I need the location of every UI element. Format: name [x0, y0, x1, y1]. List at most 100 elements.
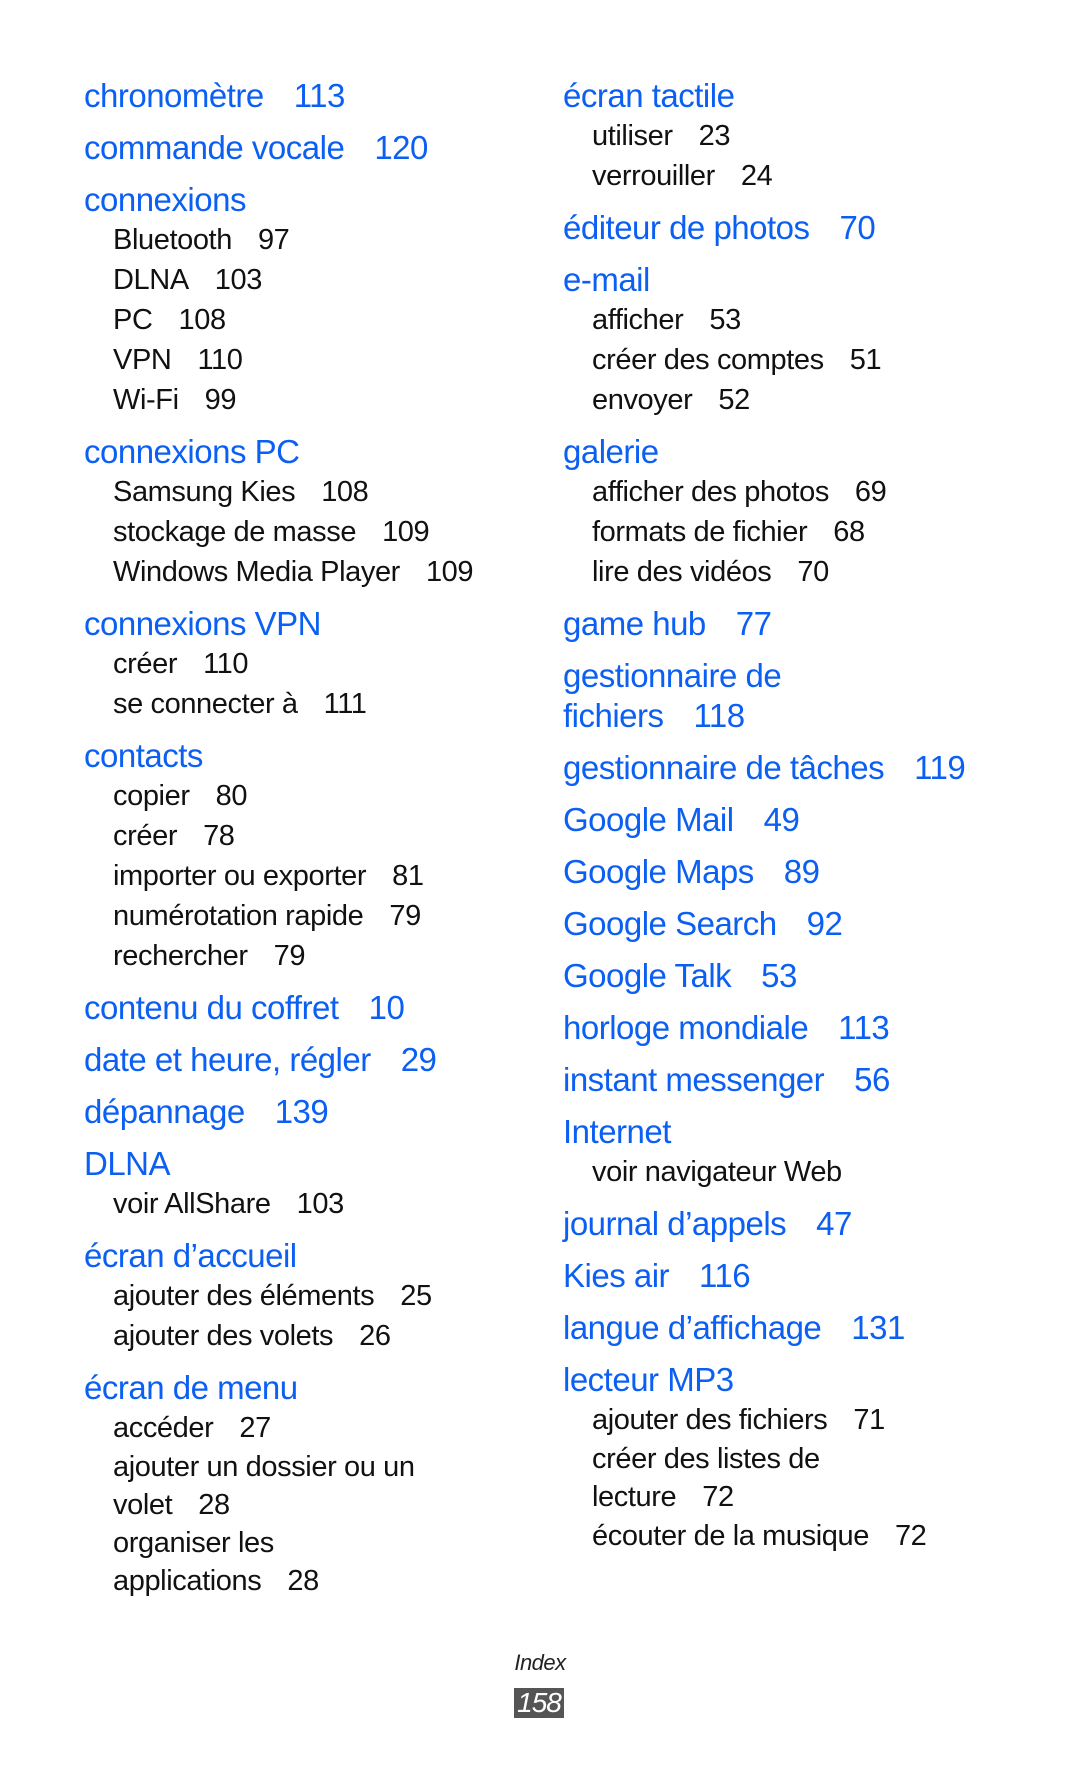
index-term-page-link[interactable]: 47 [816, 1205, 852, 1242]
index-term-page-link[interactable]: 56 [854, 1061, 890, 1098]
index-term[interactable]: instant messenger 56 [563, 1060, 1043, 1100]
index-subentry-page-link[interactable]: 28 [198, 1489, 230, 1521]
index-subentry-page-link[interactable]: 72 [895, 1520, 927, 1552]
index-subentry[interactable]: stockage de masse 109 [84, 512, 544, 552]
index-subentry[interactable]: Samsung Kies 108 [84, 472, 544, 512]
index-subentry-page-link[interactable]: 28 [287, 1565, 319, 1597]
index-term[interactable]: connexions PC [84, 432, 544, 472]
index-subentry-page-link[interactable]: 108 [321, 476, 369, 508]
index-subentry[interactable]: lire des vidéos 70 [563, 552, 1043, 592]
index-term[interactable]: connexions [84, 180, 544, 220]
index-term-page-link[interactable]: 116 [699, 1257, 751, 1294]
index-term[interactable]: Google Search 92 [563, 904, 1043, 944]
index-subentry[interactable]: créer 110 [84, 644, 544, 684]
index-subentry-page-link[interactable]: 25 [400, 1280, 432, 1312]
index-term[interactable]: écran tactile [563, 76, 1043, 116]
index-term-page-link[interactable]: 49 [764, 801, 800, 838]
index-term[interactable]: connexions VPN [84, 604, 544, 644]
index-term[interactable]: DLNA [84, 1144, 544, 1184]
index-term[interactable]: game hub 77 [563, 604, 1043, 644]
index-subentry-page-link[interactable]: 97 [258, 224, 290, 256]
index-subentry-page-link[interactable]: 103 [215, 264, 263, 296]
index-subentry[interactable]: écouter de la musique 72 [563, 1516, 1043, 1556]
index-term[interactable]: gestionnaire de fichiers 118 [563, 656, 1043, 736]
index-subentry[interactable]: PC 108 [84, 300, 544, 340]
index-term[interactable]: Google Mail 49 [563, 800, 1043, 840]
index-subentry[interactable]: copier 80 [84, 776, 544, 816]
index-term[interactable]: lecteur MP3 [563, 1360, 1043, 1400]
index-subentry[interactable]: créer 78 [84, 816, 544, 856]
index-term[interactable]: journal d’appels 47 [563, 1204, 1043, 1244]
index-subentry-page-link[interactable]: 103 [297, 1188, 345, 1220]
index-term-page-link[interactable]: 131 [851, 1309, 905, 1346]
index-subentry[interactable]: afficher des photos 69 [563, 472, 1043, 512]
index-subentry[interactable]: Windows Media Player 109 [84, 552, 544, 592]
index-subentry[interactable]: ajouter un dossier ou un volet 28 [84, 1448, 544, 1524]
index-term-page-link[interactable]: 29 [401, 1041, 437, 1078]
index-subentry-page-link[interactable]: 23 [699, 120, 731, 152]
index-subentry-page-link[interactable]: 53 [709, 304, 741, 336]
index-subentry[interactable]: importer ou exporter 81 [84, 856, 544, 896]
index-term[interactable]: langue d’affichage 131 [563, 1308, 1043, 1348]
index-subentry-page-link[interactable]: 79 [389, 900, 421, 932]
index-subentry[interactable]: rechercher 79 [84, 936, 544, 976]
index-subentry[interactable]: ajouter des éléments 25 [84, 1276, 544, 1316]
index-term[interactable]: contenu du coffret 10 [84, 988, 544, 1028]
index-term[interactable]: Google Maps 89 [563, 852, 1043, 892]
index-subentry[interactable]: Bluetooth 97 [84, 220, 544, 260]
index-term[interactable]: Google Talk 53 [563, 956, 1043, 996]
index-subentry-page-link[interactable]: 72 [702, 1481, 734, 1513]
index-subentry[interactable]: verrouiller 24 [563, 156, 1043, 196]
index-subentry-page-link[interactable]: 27 [239, 1412, 271, 1444]
index-subentry[interactable]: VPN 110 [84, 340, 544, 380]
index-subentry[interactable]: afficher 53 [563, 300, 1043, 340]
index-subentry[interactable]: Wi-Fi 99 [84, 380, 544, 420]
index-term[interactable]: Internet [563, 1112, 1043, 1152]
index-term[interactable]: écran d’accueil [84, 1236, 544, 1276]
index-subentry-page-link[interactable]: 110 [197, 344, 242, 376]
index-term[interactable]: dépannage 139 [84, 1092, 544, 1132]
index-subentry-page-link[interactable]: 108 [179, 304, 227, 336]
index-subentry-page-link[interactable]: 109 [382, 516, 430, 548]
index-term[interactable]: contacts [84, 736, 544, 776]
index-subentry[interactable]: numérotation rapide 79 [84, 896, 544, 936]
index-term-page-link[interactable]: 70 [840, 209, 876, 246]
index-subentry[interactable]: DLNA 103 [84, 260, 544, 300]
index-term-page-link[interactable]: 10 [369, 989, 405, 1026]
index-subentry-page-link[interactable]: 68 [833, 516, 865, 548]
index-subentry-page-link[interactable]: 80 [216, 780, 248, 812]
index-subentry-page-link[interactable]: 110 [203, 648, 248, 680]
index-term[interactable]: commande vocale 120 [84, 128, 544, 168]
index-subentry-page-link[interactable]: 111 [324, 688, 367, 720]
index-subentry-page-link[interactable]: 78 [203, 820, 235, 852]
index-term[interactable]: gestionnaire de tâches 119 [563, 748, 1043, 788]
index-subentry[interactable]: ajouter des fichiers 71 [563, 1400, 1043, 1440]
index-term[interactable]: éditeur de photos 70 [563, 208, 1043, 248]
index-term[interactable]: galerie [563, 432, 1043, 472]
index-subentry-page-link[interactable]: 109 [426, 556, 474, 588]
index-term[interactable]: chronomètre 113 [84, 76, 544, 116]
index-subentry-page-link[interactable]: 81 [392, 860, 424, 892]
index-subentry-page-link[interactable]: 71 [853, 1404, 885, 1436]
index-subentry-page-link[interactable]: 52 [718, 384, 750, 416]
index-subentry[interactable]: ajouter des volets 26 [84, 1316, 544, 1356]
index-term[interactable]: date et heure, régler 29 [84, 1040, 544, 1080]
index-subentry[interactable]: organiser les applications 28 [84, 1524, 544, 1600]
index-term-page-link[interactable]: 53 [761, 957, 797, 994]
index-term-page-link[interactable]: 118 [694, 697, 746, 734]
index-term-page-link[interactable]: 119 [914, 749, 966, 786]
index-subentry-page-link[interactable]: 26 [359, 1320, 391, 1352]
index-subentry[interactable]: voir navigateur Web [563, 1152, 1043, 1192]
index-term[interactable]: Kies air 116 [563, 1256, 1043, 1296]
index-term-page-link[interactable]: 92 [807, 905, 843, 942]
index-subentry[interactable]: accéder 27 [84, 1408, 544, 1448]
index-subentry[interactable]: envoyer 52 [563, 380, 1043, 420]
index-subentry[interactable]: utiliser 23 [563, 116, 1043, 156]
index-term-page-link[interactable]: 139 [275, 1093, 329, 1130]
index-subentry[interactable]: se connecter à 111 [84, 684, 544, 724]
index-term-page-link[interactable]: 89 [784, 853, 820, 890]
index-subentry-page-link[interactable]: 99 [205, 384, 237, 416]
index-term[interactable]: e-mail [563, 260, 1043, 300]
index-subentry[interactable]: formats de fichier 68 [563, 512, 1043, 552]
index-term-page-link[interactable]: 113 [294, 77, 346, 114]
